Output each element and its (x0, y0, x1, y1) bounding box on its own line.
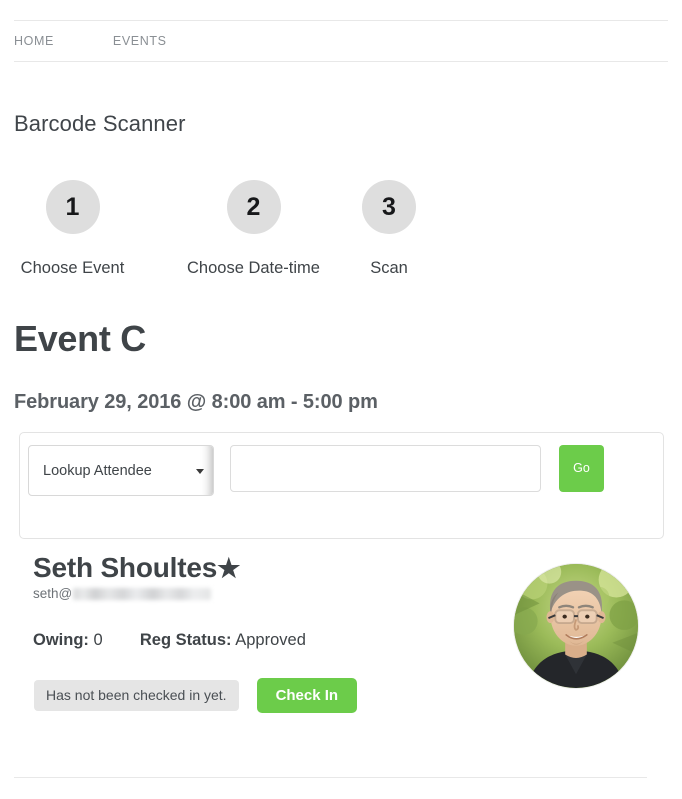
owing-label: Owing: (33, 631, 89, 649)
attendee-name: Seth Shoultes ★ (33, 552, 240, 584)
attendee-meta: Owing: 0 Reg Status: Approved (33, 631, 306, 650)
step-3-number: 3 (362, 180, 416, 234)
attendee-name-text: Seth Shoultes (33, 552, 218, 583)
page-title: Barcode Scanner (14, 111, 186, 136)
step-indicator: 1 Choose Event 2 Choose Date-time 3 Scan (14, 180, 654, 278)
lookup-type-select-wrap: Lookup Attendee (28, 445, 214, 496)
main-navigation: HOME EVENTS (14, 20, 668, 62)
avatar-photo (514, 564, 638, 688)
checkin-status-badge: Has not been checked in yet. (34, 679, 239, 712)
check-in-button[interactable]: Check In (256, 678, 358, 713)
attendee-email-prefix: seth@ (33, 586, 73, 601)
attendee-lookup-panel: Lookup Attendee Go (19, 432, 664, 539)
nav-item-home[interactable]: HOME (14, 34, 54, 48)
barcode-scanner-page: HOME EVENTS Barcode Scanner 1 Choose Eve… (0, 0, 682, 799)
reg-status-label: Reg Status: (139, 631, 232, 649)
step-3-label: Scan (370, 259, 408, 277)
checkin-row: Has not been checked in yet. Check In (34, 678, 358, 713)
lookup-search-input[interactable] (230, 445, 541, 492)
step-choose-datetime[interactable]: 2 Choose Date-time (162, 180, 345, 278)
step-1-number: 1 (45, 180, 100, 234)
step-2-label: Choose Date-time (187, 259, 320, 277)
avatar (513, 563, 639, 689)
attendee-email: seth@ (33, 586, 212, 601)
step-choose-event[interactable]: 1 Choose Event (14, 180, 131, 278)
event-name: Event C (14, 318, 146, 359)
go-button[interactable]: Go (559, 445, 604, 492)
attendee-email-redacted (73, 587, 212, 600)
step-1-label: Choose Event (20, 259, 125, 277)
step-2-number: 2 (226, 180, 281, 234)
step-scan[interactable]: 3 Scan (351, 180, 427, 278)
owing-value: 0 (93, 631, 103, 649)
footer-divider (14, 777, 647, 778)
star-icon: ★ (217, 553, 241, 583)
event-datetime: February 29, 2016 @ 8:00 am - 5:00 pm (14, 391, 378, 413)
nav-item-events[interactable]: EVENTS (113, 34, 167, 48)
reg-status-value: Approved (235, 631, 306, 649)
lookup-form: Lookup Attendee Go (28, 445, 604, 496)
lookup-type-select[interactable]: Lookup Attendee (28, 445, 214, 496)
